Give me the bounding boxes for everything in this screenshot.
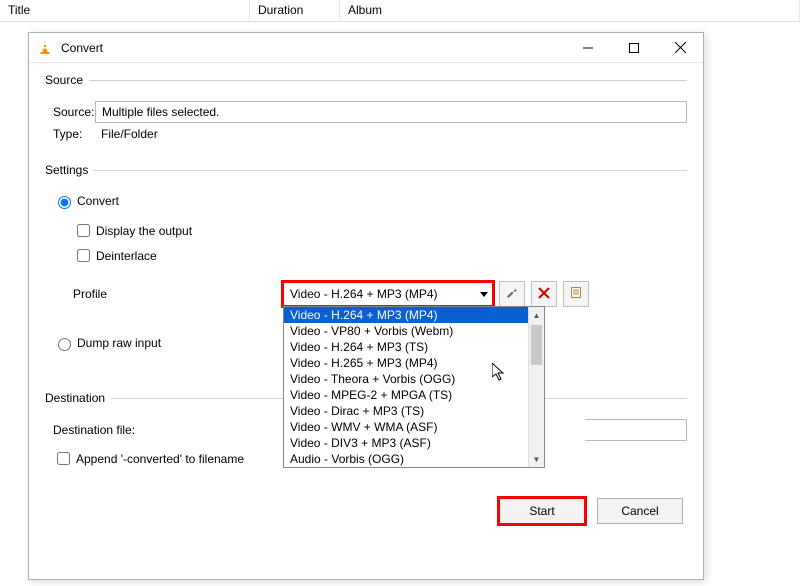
edit-profile-button[interactable] [499, 281, 525, 307]
destination-legend: Destination [45, 391, 111, 405]
profile-option[interactable]: Audio - Vorbis (OGG) [284, 451, 544, 467]
destination-file-input[interactable] [585, 419, 687, 441]
column-title[interactable]: Title [0, 0, 250, 21]
profile-option[interactable]: Video - MPEG-2 + MPGA (TS) [284, 387, 544, 403]
display-output-label: Display the output [96, 224, 192, 238]
source-legend: Source [45, 73, 89, 87]
deinterlace-label: Deinterlace [96, 249, 157, 263]
deinterlace-input[interactable] [77, 249, 90, 262]
dump-raw-label: Dump raw input [77, 336, 161, 350]
x-delete-icon [538, 287, 550, 302]
scroll-down-icon[interactable]: ▼ [529, 451, 544, 467]
close-button[interactable] [657, 33, 703, 63]
profile-combobox[interactable]: Video - H.264 + MP3 (MP4) [283, 282, 493, 306]
new-page-icon [570, 286, 583, 302]
profile-option[interactable]: Video - H.265 + MP3 (MP4) [284, 355, 544, 371]
minimize-button[interactable] [565, 33, 611, 63]
new-profile-button[interactable] [563, 281, 589, 307]
settings-group: Settings Convert Display the output Dein… [45, 163, 687, 377]
profile-option[interactable]: Video - Theora + Vorbis (OGG) [284, 371, 544, 387]
profile-option[interactable]: Video - H.264 + MP3 (TS) [284, 339, 544, 355]
wrench-icon [505, 286, 519, 303]
profile-option[interactable]: Video - DIV3 + MP3 (ASF) [284, 435, 544, 451]
convert-dialog: Convert Source Source: Type: File/Folder… [28, 32, 704, 580]
source-group: Source Source: Type: File/Folder [45, 73, 687, 149]
profile-dropdown-list[interactable]: Video - H.264 + MP3 (MP4) Video - VP80 +… [283, 306, 545, 468]
scroll-thumb[interactable] [531, 325, 542, 365]
maximize-button[interactable] [611, 33, 657, 63]
settings-legend: Settings [45, 163, 94, 177]
convert-radio-input[interactable] [58, 196, 71, 209]
profile-label: Profile [73, 287, 143, 301]
delete-profile-button[interactable] [531, 281, 557, 307]
convert-radio[interactable]: Convert [45, 193, 687, 209]
profile-selected-value: Video - H.264 + MP3 (MP4) [290, 287, 438, 301]
column-headers: Title Duration Album [0, 0, 800, 22]
deinterlace-checkbox[interactable]: Deinterlace [45, 246, 687, 265]
display-output-input[interactable] [77, 224, 90, 237]
profile-option[interactable]: Video - Dirac + MP3 (TS) [284, 403, 544, 419]
source-input[interactable] [95, 101, 687, 123]
column-duration[interactable]: Duration [250, 0, 340, 21]
destination-file-label: Destination file: [53, 423, 153, 437]
convert-radio-label: Convert [77, 194, 119, 208]
column-album[interactable]: Album [340, 0, 800, 21]
chevron-down-icon [480, 287, 488, 301]
cancel-button[interactable]: Cancel [597, 498, 683, 524]
dump-raw-input[interactable] [58, 338, 71, 351]
append-converted-label: Append '-converted' to filename [76, 452, 244, 466]
start-button[interactable]: Start [499, 498, 585, 524]
dropdown-scrollbar[interactable]: ▲ ▼ [528, 307, 544, 467]
profile-option[interactable]: Video - WMV + WMA (ASF) [284, 419, 544, 435]
source-label: Source: [45, 105, 95, 119]
type-label: Type: [45, 127, 95, 141]
vlc-cone-icon [37, 40, 53, 56]
profile-option[interactable]: Video - VP80 + Vorbis (Webm) [284, 323, 544, 339]
display-output-checkbox[interactable]: Display the output [45, 221, 687, 240]
type-value: File/Folder [95, 127, 158, 141]
scroll-up-icon[interactable]: ▲ [529, 307, 544, 323]
append-converted-input[interactable] [57, 452, 70, 465]
titlebar[interactable]: Convert [29, 33, 703, 63]
profile-option[interactable]: Video - H.264 + MP3 (MP4) [284, 307, 544, 323]
dialog-title: Convert [61, 41, 565, 55]
